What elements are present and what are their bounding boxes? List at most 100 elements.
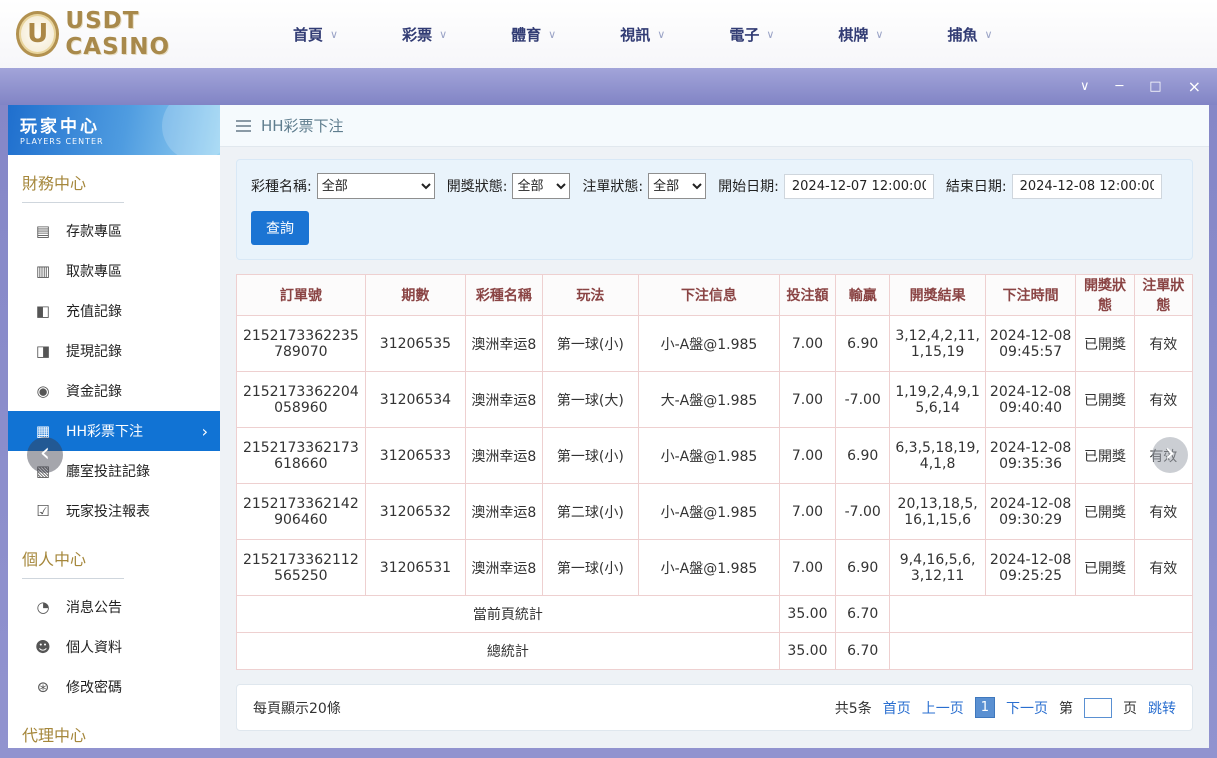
nav-label: 棋牌: [838, 24, 868, 45]
next-page-link[interactable]: 下一页: [1006, 698, 1048, 718]
order-status-select[interactable]: 全部: [648, 173, 706, 199]
finance-menu: ▤ 存款專區 ▥ 取款專區 ◧ 充值記錄 ◨ 提現記錄: [8, 211, 220, 531]
sidebar-item-fund-records[interactable]: ◉ 資金記錄: [8, 371, 220, 411]
cell-bet-time: 2024-12-08 09:35:36: [985, 428, 1075, 484]
scroll-left-arrow[interactable]: ‹: [27, 437, 63, 473]
nav-item-fishing[interactable]: 捕魚 ∨: [947, 24, 992, 45]
col-bet-amount: 投注額: [779, 275, 835, 316]
col-bet-info: 下注信息: [639, 275, 780, 316]
current-page-indicator[interactable]: 1: [975, 697, 995, 718]
main-content: HH彩票下注 彩種名稱: 全部: [220, 105, 1209, 748]
cell-win-loss: -7.00: [836, 484, 890, 540]
close-icon[interactable]: ×: [1188, 79, 1201, 95]
order-status-label: 注單狀態:: [582, 176, 643, 196]
cell-bet-amount: 7.00: [779, 428, 835, 484]
cell-order-status: 有效: [1134, 484, 1192, 540]
nav-item-sports[interactable]: 體育 ∨: [511, 24, 556, 45]
draw-status-filter: 開獎狀態: 全部: [447, 173, 571, 199]
table-header-row: 訂單號 期數 彩種名稱 玩法 下注信息 投注額 輸贏 開獎結果 下注時間 開獎狀…: [237, 275, 1193, 316]
collapse-icon[interactable]: ∨: [1080, 80, 1090, 93]
scroll-right-arrow[interactable]: ›: [1152, 437, 1188, 473]
sidebar-item-withdraw[interactable]: ▥ 取款專區: [8, 251, 220, 291]
bell-icon: ◔: [34, 598, 52, 616]
col-lottery-name: 彩種名稱: [466, 275, 542, 316]
nav-item-lottery[interactable]: 彩票 ∨: [402, 24, 447, 45]
nav-item-slots[interactable]: 電子 ∨: [729, 24, 774, 45]
sidebar-item-recharge-records[interactable]: ◧ 充值記錄: [8, 291, 220, 331]
sidebar-item-deposit[interactable]: ▤ 存款專區: [8, 211, 220, 251]
sidebar-item-label: 取款專區: [66, 261, 122, 281]
window-frame: 玩家中心 PLAYERS CENTER 財務中心 ▤ 存款專區 ▥ 取款專區 ◧: [0, 105, 1217, 758]
first-page-link[interactable]: 首页: [883, 698, 911, 718]
logo-text: USDT CASINO: [65, 8, 241, 60]
total-count-text: 共5条: [835, 698, 872, 718]
cell-lottery-name: 澳洲幸运8: [466, 372, 542, 428]
chevron-down-icon: ∨: [657, 28, 665, 41]
brand-logo[interactable]: U USDT CASINO: [16, 8, 241, 60]
col-bet-time: 下注時間: [985, 275, 1075, 316]
cell-order-status: 有效: [1134, 540, 1192, 596]
chevron-right-icon: ›: [202, 422, 208, 441]
page-summary-row: 當前頁統計 35.00 6.70: [237, 596, 1193, 633]
content-area: 彩種名稱: 全部 開獎狀態: 全部: [220, 147, 1209, 731]
menu-icon[interactable]: [236, 120, 251, 132]
sidebar-item-player-bet-report[interactable]: ☑ 玩家投注報表: [8, 491, 220, 531]
cell-order-no: 2152173362112565250: [237, 540, 366, 596]
cell-bet-time: 2024-12-08 09:40:40: [985, 372, 1075, 428]
cell-bet-info: 小-A盤@1.985: [639, 484, 780, 540]
end-date-filter: 結束日期:: [946, 174, 1162, 199]
nav-label: 首頁: [293, 24, 323, 45]
logo-coin-icon: U: [16, 11, 59, 57]
lottery-name-select[interactable]: 全部: [317, 173, 435, 199]
jump-button[interactable]: 跳转: [1148, 698, 1176, 718]
table-row: 2152173362142906460 31206532 澳洲幸运8 第二球(小…: [237, 484, 1193, 540]
jump-page-input[interactable]: [1084, 698, 1112, 718]
sidebar-item-label: HH彩票下注: [66, 421, 143, 441]
page-header: HH彩票下注: [220, 105, 1209, 147]
search-button[interactable]: 查詢: [251, 211, 309, 245]
cell-order-no: 2152173362204058960: [237, 372, 366, 428]
chevron-down-icon: ∨: [439, 28, 447, 41]
cell-order-status: 有效: [1134, 372, 1192, 428]
chevron-down-icon: ∨: [984, 28, 992, 41]
end-date-input[interactable]: [1012, 174, 1162, 199]
nav-item-cards[interactable]: 棋牌 ∨: [838, 24, 883, 45]
col-draw-status: 開獎狀態: [1076, 275, 1134, 316]
recharge-icon: ◧: [34, 302, 52, 320]
sidebar-item-announcements[interactable]: ◔ 消息公告: [8, 587, 220, 627]
cell-draw-status: 已開獎: [1076, 428, 1134, 484]
players-center-banner: 玩家中心 PLAYERS CENTER: [8, 105, 220, 155]
start-date-input[interactable]: [784, 174, 934, 199]
cell-draw-result: 6,3,5,18,19,4,1,8: [890, 428, 985, 484]
cell-bet-info: 小-A盤@1.985: [639, 428, 780, 484]
section-personal-center: 個人中心: [8, 531, 220, 579]
top-navigation: U USDT CASINO 首頁 ∨ 彩票 ∨ 體育 ∨ 視訊 ∨ 電子: [0, 0, 1217, 68]
bet-records-table: 訂單號 期數 彩種名稱 玩法 下注信息 投注額 輸贏 開獎結果 下注時間 開獎狀…: [236, 274, 1193, 670]
report-icon: ☑: [34, 502, 52, 520]
filter-row: 彩種名稱: 全部 開獎狀態: 全部: [251, 173, 1178, 199]
sidebar-subtitle: PLAYERS CENTER: [20, 137, 208, 146]
nav-label: 電子: [729, 24, 759, 45]
chevron-right-icon: ›: [1165, 440, 1175, 466]
cell-bet-amount: 7.00: [779, 372, 835, 428]
minimize-icon[interactable]: ─: [1115, 80, 1123, 93]
draw-status-select[interactable]: 全部: [512, 173, 570, 199]
jump-suffix-label: 页: [1123, 698, 1137, 718]
cell-play-type: 第一球(小): [542, 428, 639, 484]
nav-item-live[interactable]: 視訊 ∨: [620, 24, 665, 45]
sidebar-item-profile[interactable]: ☻ 個人資料: [8, 627, 220, 667]
nav-label: 捕魚: [947, 24, 977, 45]
sidebar-item-withdrawal-records[interactable]: ◨ 提現記錄: [8, 331, 220, 371]
cell-bet-info: 小-A盤@1.985: [639, 316, 780, 372]
nav-item-home[interactable]: 首頁 ∨: [293, 24, 338, 45]
chevron-down-icon: ∨: [875, 28, 883, 41]
sidebar-item-change-password[interactable]: ⊛ 修改密碼: [8, 667, 220, 707]
maximize-icon[interactable]: □: [1149, 80, 1161, 93]
cell-draw-status: 已開獎: [1076, 540, 1134, 596]
col-draw-result: 開獎結果: [890, 275, 985, 316]
sidebar-item-label: 修改密碼: [66, 677, 122, 697]
filter-panel: 彩種名稱: 全部 開獎狀態: 全部: [236, 159, 1193, 260]
cell-bet-info: 大-A盤@1.985: [639, 372, 780, 428]
cell-bet-time: 2024-12-08 09:25:25: [985, 540, 1075, 596]
prev-page-link[interactable]: 上一页: [922, 698, 964, 718]
